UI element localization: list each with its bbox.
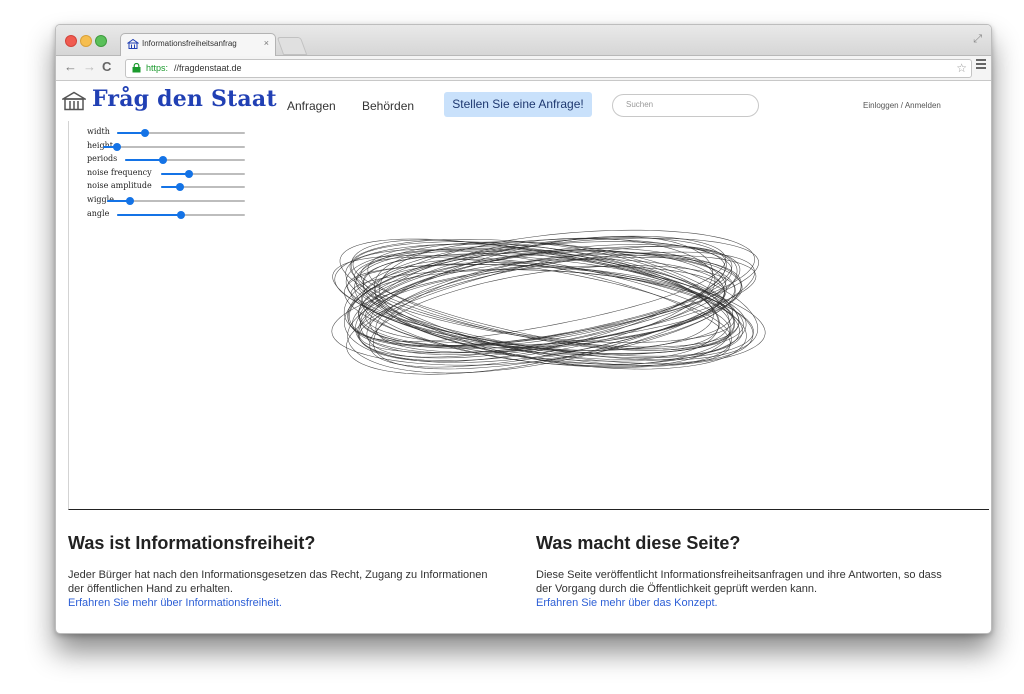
ellipse-stroke bbox=[362, 269, 743, 359]
slider-thumb[interactable] bbox=[184, 169, 193, 178]
browser-window: Informationsfreiheitsanfrag × ⤢ ← → C ht… bbox=[55, 24, 992, 634]
slider-track[interactable] bbox=[107, 196, 245, 205]
browser-toolbar: ← → C https: //fragdenstaat.de ☆ bbox=[56, 56, 991, 81]
slider-track[interactable] bbox=[117, 210, 245, 219]
building-icon bbox=[127, 38, 139, 49]
bookmark-star-icon[interactable]: ☆ bbox=[956, 61, 967, 75]
slider-row-periods: periods bbox=[87, 154, 267, 168]
search-placeholder: Suchen bbox=[626, 100, 654, 109]
building-logo-icon bbox=[62, 91, 86, 111]
site-header: Fråg den Staat Anfragen Behörden Stellen… bbox=[56, 81, 991, 121]
slider-thumb[interactable] bbox=[141, 129, 150, 137]
learn-more-link[interactable]: Erfahren Sie mehr über Informationsfreih… bbox=[68, 596, 488, 610]
close-window-button[interactable] bbox=[65, 35, 77, 47]
slider-row-wiggle: wiggle bbox=[87, 195, 267, 209]
slider-track[interactable] bbox=[117, 129, 245, 137]
drawing-stage: width height periods noise frequency noise a… bbox=[68, 121, 989, 510]
slider-thumb[interactable] bbox=[177, 210, 185, 219]
slider-track[interactable] bbox=[125, 156, 245, 165]
tab-bar: Informationsfreiheitsanfrag × ⤢ bbox=[56, 25, 991, 56]
info-body: Jeder Bürger hat nach den Informationsge… bbox=[68, 569, 488, 595]
fullscreen-icon[interactable]: ⤢ bbox=[973, 33, 982, 46]
lock-icon bbox=[132, 63, 141, 73]
slider-row-noise-amplitude: noise amplitude bbox=[87, 181, 267, 195]
url-scheme: https: bbox=[146, 63, 169, 73]
slider-label: periods bbox=[87, 154, 118, 164]
slider-row-width: width bbox=[87, 127, 267, 141]
slider-row-noise-frequency: noise frequency bbox=[87, 168, 267, 182]
slider-label: width bbox=[87, 127, 110, 136]
slider-thumb[interactable] bbox=[113, 142, 122, 151]
tab-title: Informationsfreiheitsanfrag bbox=[142, 39, 237, 48]
slider-track[interactable] bbox=[161, 183, 245, 192]
slider-label: noise frequency bbox=[87, 167, 152, 177]
minimize-window-button[interactable] bbox=[80, 35, 92, 47]
search-input[interactable]: Suchen bbox=[612, 94, 759, 117]
browser-tab[interactable]: Informationsfreiheitsanfrag × bbox=[120, 33, 276, 56]
learn-more-link[interactable]: Erfahren Sie mehr über das Konzept. bbox=[536, 596, 956, 610]
login-link[interactable]: Einloggen / Anmelden bbox=[863, 101, 941, 110]
slider-fill bbox=[125, 159, 164, 162]
info-block-about-site: Was macht diese Seite? Diese Seite veröf… bbox=[536, 533, 956, 610]
nav-link-anfragen[interactable]: Anfragen bbox=[287, 99, 336, 113]
info-text: Diese Seite veröffentlicht Informationsf… bbox=[536, 568, 956, 610]
info-title: Was ist Informationsfreiheit? bbox=[68, 533, 316, 553]
new-request-button[interactable]: Stellen Sie eine Anfrage! bbox=[444, 92, 592, 117]
ellipse-stroke bbox=[353, 248, 740, 348]
slider-row-height: height bbox=[87, 141, 267, 155]
nav-link-behoerden[interactable]: Behörden bbox=[362, 99, 414, 113]
address-bar[interactable]: https: //fragdenstaat.de ☆ bbox=[125, 59, 972, 78]
slider-row-angle: angle bbox=[87, 209, 267, 223]
url-text: //fragdenstaat.de bbox=[174, 63, 242, 73]
tab-close-icon[interactable]: × bbox=[264, 38, 269, 48]
hamburger-menu-icon[interactable] bbox=[976, 59, 986, 69]
slider-label: noise amplitude bbox=[87, 181, 152, 191]
slider-thumb[interactable] bbox=[126, 196, 135, 205]
slider-fill bbox=[117, 213, 181, 216]
slider-label: angle bbox=[87, 208, 110, 218]
slider-thumb[interactable] bbox=[159, 156, 168, 165]
info-block-informationsfreiheit: Was ist Informationsfreiheit? Jeder Bürg… bbox=[68, 533, 488, 610]
info-title: Was macht diese Seite? bbox=[536, 533, 741, 553]
back-icon[interactable]: ← bbox=[64, 60, 77, 74]
site-logo[interactable]: Fråg den Staat bbox=[92, 86, 277, 112]
slider-track[interactable] bbox=[103, 142, 245, 151]
forward-icon[interactable]: → bbox=[83, 60, 96, 74]
info-body: Diese Seite veröffentlicht Informationsf… bbox=[536, 569, 942, 595]
new-tab-button[interactable] bbox=[276, 37, 308, 55]
zoom-window-button[interactable] bbox=[95, 35, 107, 47]
slider-panel: width height periods noise frequency noise a… bbox=[87, 127, 267, 222]
reload-icon[interactable]: C bbox=[102, 60, 111, 74]
slider-track[interactable] bbox=[161, 169, 245, 178]
slider-thumb[interactable] bbox=[176, 183, 185, 192]
info-text: Jeder Bürger hat nach den Informationsge… bbox=[68, 568, 488, 610]
